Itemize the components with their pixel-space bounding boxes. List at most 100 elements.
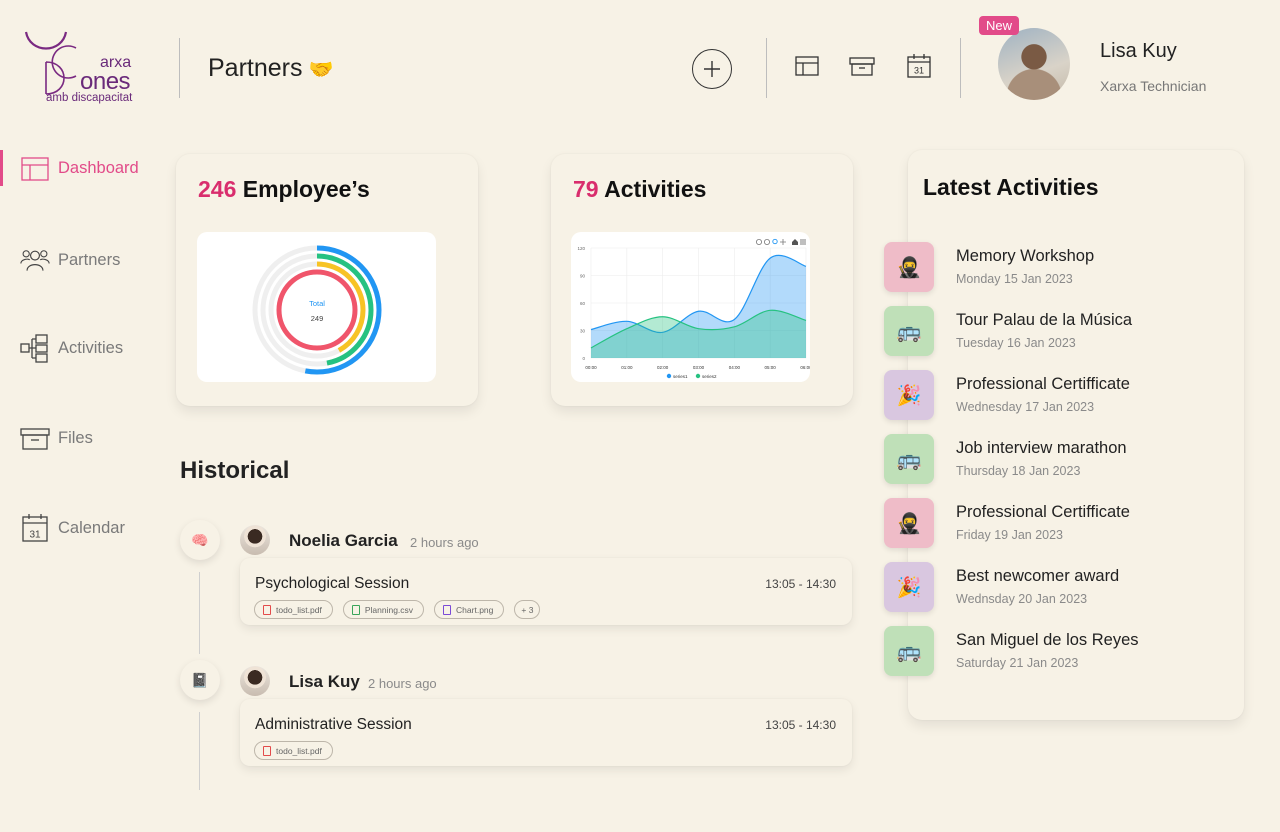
pan-icon[interactable] [780,239,786,245]
activity-item[interactable]: 🥷 Professional Certifficate Friday 19 Jan … [884,498,1224,548]
activity-item[interactable]: 🎉 Professional Certifficate Wednesday 17 J… [884,370,1224,420]
user-role: Xarxa Technician [1100,78,1207,94]
home-icon[interactable] [792,239,798,245]
file-chip[interactable]: Chart.png [434,600,505,619]
x-tick-label: 06:00 [800,365,810,370]
logo-subtitle: amb discapacitat [46,92,133,104]
historical-title: Historical [180,457,290,484]
zoom-in-icon[interactable] [755,239,762,245]
donut-chart: Total 249 [197,232,436,382]
sidebar-item-label: Calendar [58,518,125,537]
activity-item[interactable]: 🚌 San Miguel de los Reyes Saturday 21 Jan … [884,626,1224,676]
x-tick-label: 00:00 [585,365,597,370]
historical-time: 2 hours ago [368,676,437,691]
party-icon: 🎉 [884,370,934,420]
layout-icon [21,157,49,181]
new-badge: New [979,16,1020,35]
png-file-icon [443,604,452,615]
y-tick-label: 30 [580,329,586,334]
activities-label: Activities [604,176,707,202]
legend-marker [666,373,672,379]
calendar-day: 31 [29,530,41,541]
area-chart: 0 30 60 90 120 00:00 01:00 02:00 03:00 04:00 05:00… [571,232,810,382]
historical-time: 2 hours ago [410,535,479,550]
activity-date: Tuesday 16 Jan 2023 [956,336,1076,350]
latest-activities-title: Latest Activities [923,174,1099,200]
donut-center-value: 249 [311,314,324,323]
activity-date: Wednesday 17 Jan 2023 [956,400,1095,414]
file-chip[interactable]: todo_list.pdf [254,741,333,760]
sidebar-item-label: Partners [58,250,121,269]
ninja-icon: 🥷 [884,242,934,292]
x-tick-label: 02:00 [657,365,669,370]
zoom-out-icon[interactable] [763,239,770,245]
activity-date: Monday 15 Jan 2023 [956,272,1073,286]
handshake-icon: 🤝 [308,59,334,81]
session-card[interactable]: Psychological Session 13:05 - 14:30 todo… [240,558,852,625]
party-icon: 🎉 [884,562,934,612]
activity-item[interactable]: 🥷 Memory Workshop Monday 15 Jan 2023 [884,242,1224,292]
employees-card: 246 Employee’s Total 249 [176,154,478,406]
sidebar-item-activities[interactable]: Activities [0,330,160,366]
employees-count: 246 [198,176,237,202]
logo: arxa ones amb discapacitat [22,26,142,106]
users-icon [20,250,50,271]
y-tick-label: 60 [580,301,586,306]
file-chips: todo_list.pdf Planning.csv Chart.png + 3 [254,600,541,619]
sidebar-item-files[interactable]: Files [0,420,160,456]
chart-toolbar[interactable] [755,238,806,245]
area-svg: 0 30 60 90 120 00:00 01:00 02:00 03:00 04:00 05:00… [577,238,810,379]
legend-label: series2 [702,374,717,379]
activity-title: Best newcomer award [956,567,1120,585]
activity-date: Thursday 18 Jan 2023 [956,464,1081,478]
x-tick-label: 03:00 [693,365,705,370]
menu-icon[interactable] [800,239,806,245]
header-divider-3 [960,38,961,98]
active-indicator [0,150,3,186]
activity-item[interactable]: 🚌 Job interview marathon Thursday 18 Jan 2… [884,434,1224,484]
file-name: todo_list.pdf [276,745,322,756]
file-name: Planning.csv [364,604,414,615]
sidebar-item-partners[interactable]: Partners [0,242,160,278]
calendar-icon: 31 [22,514,48,542]
file-name: todo_list.pdf [276,604,322,615]
archive-icon [20,428,50,450]
sidebar-item-dashboard[interactable]: Dashboard [0,150,160,186]
activity-date: Wednsday 20 Jan 2023 [956,592,1088,606]
more-files-chip[interactable]: + 3 [514,600,541,619]
layout-button[interactable] [794,53,820,79]
file-chip[interactable]: todo_list.pdf [254,600,333,619]
pdf-file-icon [263,604,271,615]
sidebar-item-calendar[interactable]: 31 Calendar [0,510,160,546]
add-button[interactable] [692,49,732,89]
calendar-icon: 31 [907,54,931,78]
x-tick-label: 05:00 [765,365,777,370]
user-name: Lisa Kuy [1100,40,1177,62]
activities-title: 79 Activities [573,176,706,203]
user-avatar[interactable] [998,28,1070,100]
activity-title: Job interview marathon [956,439,1127,457]
x-tick-label: 01:00 [621,365,633,370]
timeline-line [199,712,200,790]
session-card[interactable]: Administrative Session 13:05 - 14:30 tod… [240,699,852,766]
file-name: Chart.png [456,604,494,615]
calendar-day: 31 [914,66,924,76]
brain-icon: 🧠 [180,520,220,560]
file-chip[interactable]: Planning.csv [342,600,425,619]
search-icon[interactable] [772,238,778,245]
bus-icon: 🚌 [884,434,934,484]
donut-svg: Total 249 [252,245,382,375]
activity-title: Professional Certifficate [956,503,1130,521]
archive-button[interactable] [849,53,875,79]
legend-label: series1 [673,374,688,379]
activities-count: 79 [573,176,599,202]
calendar-button[interactable]: 31 [906,53,932,79]
session-range: 13:05 - 14:30 [765,718,836,732]
sidebar-item-label: Dashboard [58,158,139,177]
activity-item[interactable]: 🚌 Tour Palau de la Música Tuesday 16 Jan 2… [884,306,1224,356]
archive-icon [849,57,875,76]
historical-name: Noelia Garcia [289,531,398,550]
activity-item[interactable]: 🎉 Best newcomer award Wednsday 20 Jan 2023 [884,562,1224,612]
employees-label: Employee’s [242,176,370,202]
timeline-line [199,572,200,654]
